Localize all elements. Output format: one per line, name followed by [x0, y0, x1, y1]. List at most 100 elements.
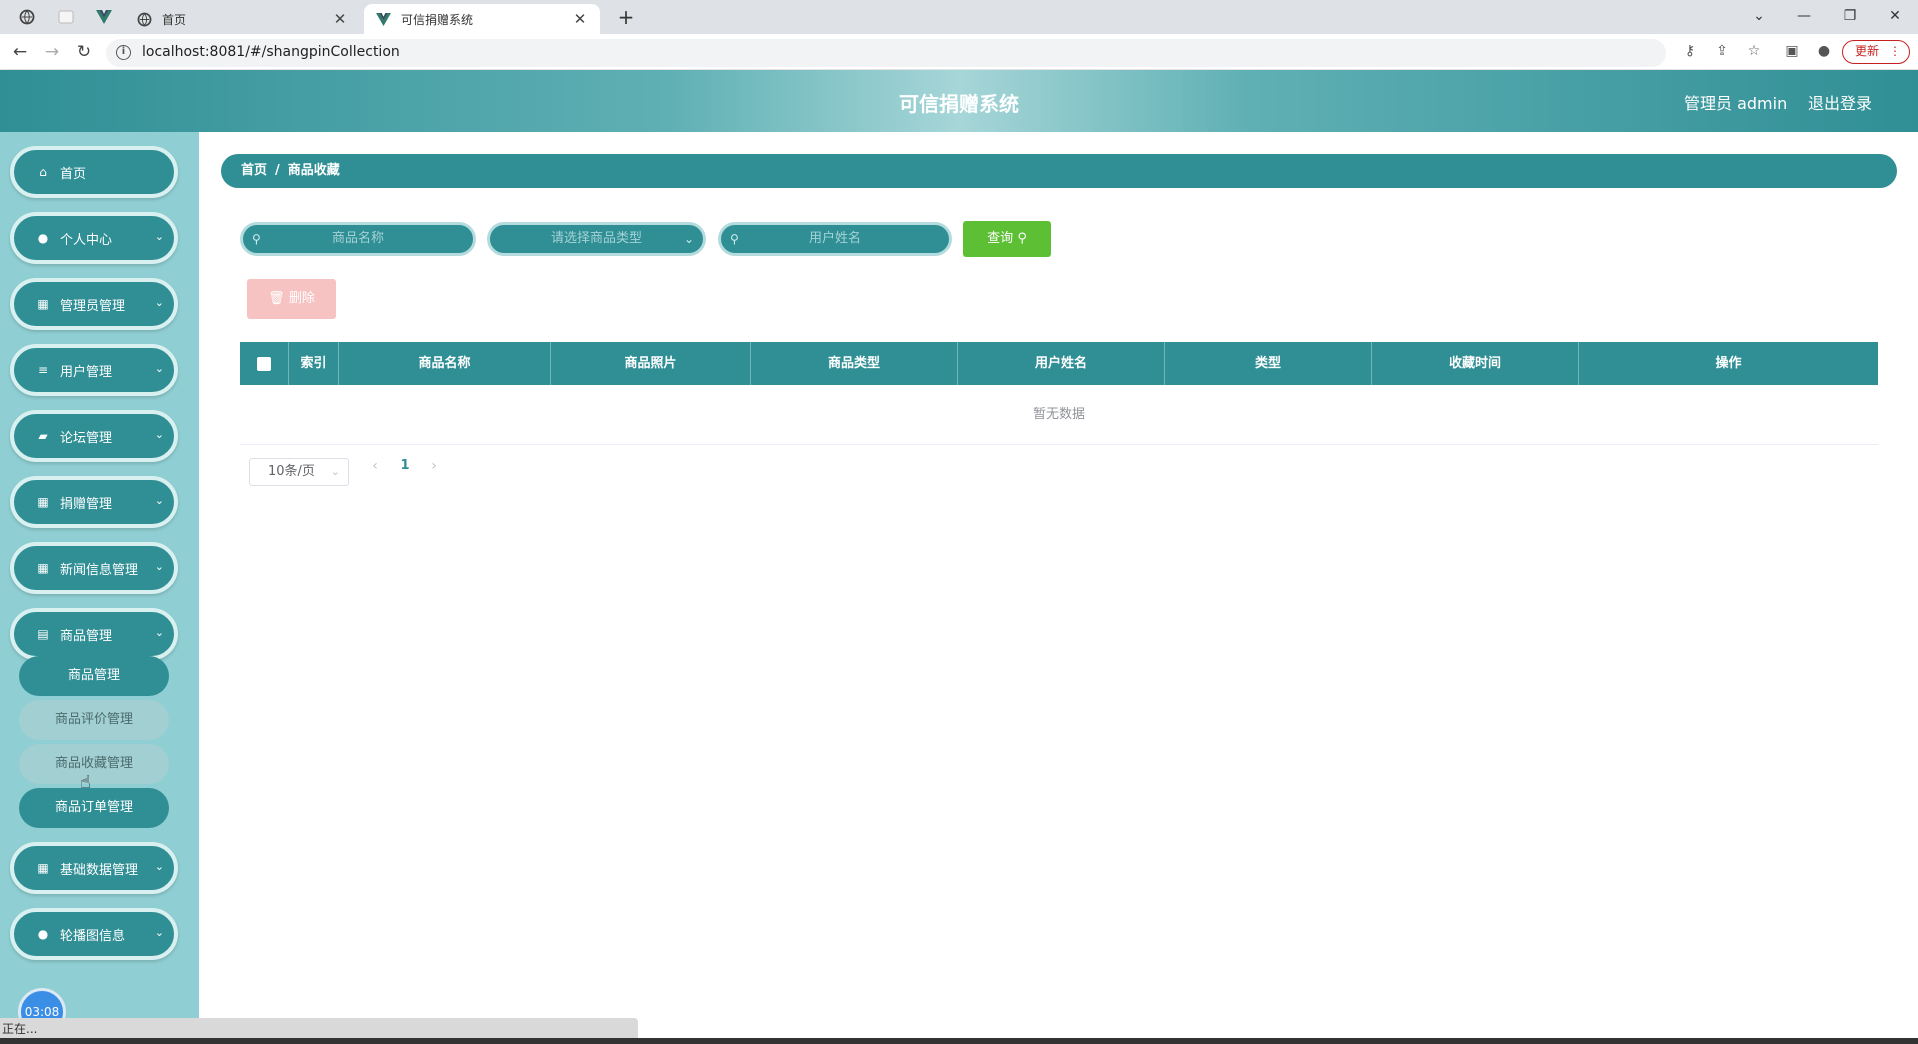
- submenu-product-review-management[interactable]: 商品评价管理: [19, 700, 169, 740]
- back-icon[interactable]: ←: [8, 41, 32, 65]
- search-icon: ⚲: [252, 232, 261, 246]
- grid-icon: ▦: [37, 297, 49, 311]
- column-header: 收藏时间: [1372, 342, 1579, 385]
- page-size-select[interactable]: 10条/页 ⌄: [249, 458, 349, 486]
- pinned-tab-globe-icon[interactable]: [17, 7, 37, 27]
- new-tab-button[interactable]: +: [614, 6, 638, 30]
- grid-icon: ▦: [37, 561, 49, 575]
- url-text[interactable]: localhost:8081/#/shangpinCollection: [142, 44, 400, 60]
- sidebar-item-basic-data-management[interactable]: ▦ 基础数据管理 ⌄: [10, 842, 178, 894]
- page-number[interactable]: 1: [398, 458, 412, 478]
- close-icon[interactable]: ✕: [572, 10, 588, 28]
- star-icon[interactable]: ☆: [1744, 43, 1764, 63]
- sidebar-item-label: 新闻信息管理: [60, 562, 139, 578]
- tab-donation-system[interactable]: 可信捐赠系统 ✕: [364, 4, 600, 34]
- mouse-cursor-icon: ☝: [80, 772, 91, 793]
- product-name-search-input[interactable]: ⚲ 商品名称: [240, 222, 476, 256]
- key-icon[interactable]: ⚷: [1680, 43, 1700, 63]
- submenu-product-management[interactable]: 商品管理: [19, 656, 169, 696]
- chevron-down-icon: ⌄: [154, 860, 164, 873]
- trash-icon: 🗑: [268, 291, 289, 306]
- submenu-product-collection-management[interactable]: 商品收藏管理: [19, 744, 169, 784]
- reload-icon[interactable]: ↻: [72, 41, 96, 65]
- sidebar-item-label: 商品管理: [60, 628, 113, 644]
- restore-button[interactable]: ❐: [1830, 4, 1870, 28]
- address-bar: ← → ↻ i localhost:8081/#/shangpinCollect…: [0, 34, 1918, 70]
- minimize-button[interactable]: —: [1784, 4, 1824, 28]
- chat-icon: ▰: [38, 429, 48, 443]
- column-header: 商品照片: [551, 342, 751, 385]
- profile-icon[interactable]: ●: [1814, 43, 1834, 63]
- prev-page-button[interactable]: ‹: [365, 458, 385, 478]
- table-header: 索引 商品名称 商品照片 商品类型 用户姓名 类型 收藏时间 操作: [240, 342, 1878, 385]
- product-type-select[interactable]: 请选择商品类型 ⌄: [487, 222, 706, 256]
- select-all-checkbox-cell[interactable]: [240, 342, 289, 385]
- next-page-button[interactable]: ›: [424, 458, 444, 478]
- logout-link[interactable]: 退出登录: [1808, 90, 1872, 114]
- column-header: 商品名称: [339, 342, 551, 385]
- sidebar-item-user-management[interactable]: ≡ 用户管理 ⌄: [10, 344, 178, 396]
- sidebar-item-forum-management[interactable]: ▰ 论坛管理 ⌄: [10, 410, 178, 462]
- select-all-checkbox[interactable]: [257, 356, 271, 371]
- submenu-product-order-management[interactable]: 商品订单管理: [19, 788, 169, 828]
- column-header: 操作: [1715, 356, 1742, 371]
- side-panel-icon[interactable]: ▣: [1782, 43, 1802, 63]
- sidebar-item-product-management[interactable]: ▤ 商品管理 ⌄: [10, 608, 178, 660]
- sidebar-item-label: 轮播图信息: [60, 928, 126, 944]
- horizontal-scrollbar[interactable]: [0, 1018, 638, 1038]
- status-text: 正在...: [2, 1022, 38, 1036]
- search-icon: ⚲: [1017, 231, 1027, 246]
- tab-title: 可信捐赠系统: [401, 12, 474, 27]
- sidebar-item-news-management[interactable]: ▦ 新闻信息管理 ⌄: [10, 542, 178, 594]
- sidebar-item-personal-center[interactable]: ● 个人中心 ⌄: [10, 212, 178, 264]
- forward-icon[interactable]: →: [40, 41, 64, 65]
- share-icon[interactable]: ⇪: [1712, 43, 1732, 63]
- user-name-search-input[interactable]: ⚲ 用户姓名: [718, 222, 952, 256]
- breadcrumb-separator: /: [275, 163, 280, 178]
- chevron-down-icon: ⌄: [154, 362, 164, 375]
- grid-icon: ▦: [37, 495, 49, 509]
- breadcrumb-current: 商品收藏: [287, 163, 340, 178]
- query-label: 查询: [987, 231, 1014, 246]
- page-size-value: 10条/页: [268, 464, 315, 479]
- home-icon: ⌂: [39, 165, 47, 179]
- sidebar-item-label: 基础数据管理: [60, 862, 139, 878]
- menu-dots-icon: ⋮: [1889, 44, 1901, 58]
- column-header: 类型: [1165, 342, 1372, 385]
- sidebar-item-label: 首页: [60, 166, 87, 182]
- sidebar: ⌂ 首页 ● 个人中心 ⌄ ▦ 管理员管理 ⌄ ≡ 用户管理 ⌄ ▰ 论坛管理 …: [0, 132, 199, 1044]
- user-name-placeholder: 用户姓名: [808, 231, 861, 246]
- site-info-icon[interactable]: i: [116, 45, 131, 60]
- column-header: 商品类型: [751, 342, 958, 385]
- query-button[interactable]: 查询 ⚲: [963, 221, 1051, 257]
- app-title: 可信捐赠系统: [899, 92, 1019, 116]
- close-icon[interactable]: ✕: [332, 10, 348, 28]
- column-header: 索引: [289, 342, 339, 385]
- breadcrumb: 首页 / 商品收藏: [221, 154, 1897, 188]
- delete-button[interactable]: 🗑 删除: [247, 279, 336, 319]
- chevron-down-icon: ⌄: [154, 626, 164, 639]
- sidebar-item-label: 管理员管理: [60, 298, 126, 314]
- sidebar-item-home[interactable]: ⌂ 首页: [10, 146, 178, 198]
- sidebar-item-carousel-info[interactable]: ● 轮播图信息 ⌄: [10, 908, 178, 960]
- breadcrumb-home[interactable]: 首页: [241, 163, 267, 178]
- pinned-tab-vue-icon[interactable]: [94, 7, 114, 27]
- sidebar-item-admin-management[interactable]: ▦ 管理员管理 ⌄: [10, 278, 178, 330]
- user-icon: ●: [37, 231, 49, 245]
- window-close-button[interactable]: ✕: [1875, 4, 1915, 28]
- clipboard-icon: ▤: [37, 627, 49, 641]
- url-field[interactable]: i localhost:8081/#/shangpinCollection: [106, 39, 1666, 67]
- admin-label: 管理员 admin: [1684, 94, 1788, 113]
- grid-icon: ▦: [37, 861, 49, 875]
- tab-title: 首页: [162, 12, 187, 27]
- tab-search-icon[interactable]: ⌄: [1739, 4, 1779, 28]
- update-button[interactable]: 更新 ⋮: [1842, 40, 1910, 64]
- sidebar-item-label: 用户管理: [60, 364, 113, 380]
- sidebar-item-label: 捐赠管理: [60, 496, 113, 512]
- tab-home[interactable]: 首页 ✕: [125, 4, 360, 34]
- chevron-down-icon: ⌄: [154, 428, 164, 441]
- pinned-tab-page-icon[interactable]: [56, 7, 76, 27]
- chevron-down-icon: ⌄: [154, 230, 164, 243]
- chevron-down-icon: ⌄: [154, 494, 164, 507]
- sidebar-item-donation-management[interactable]: ▦ 捐赠管理 ⌄: [10, 476, 178, 528]
